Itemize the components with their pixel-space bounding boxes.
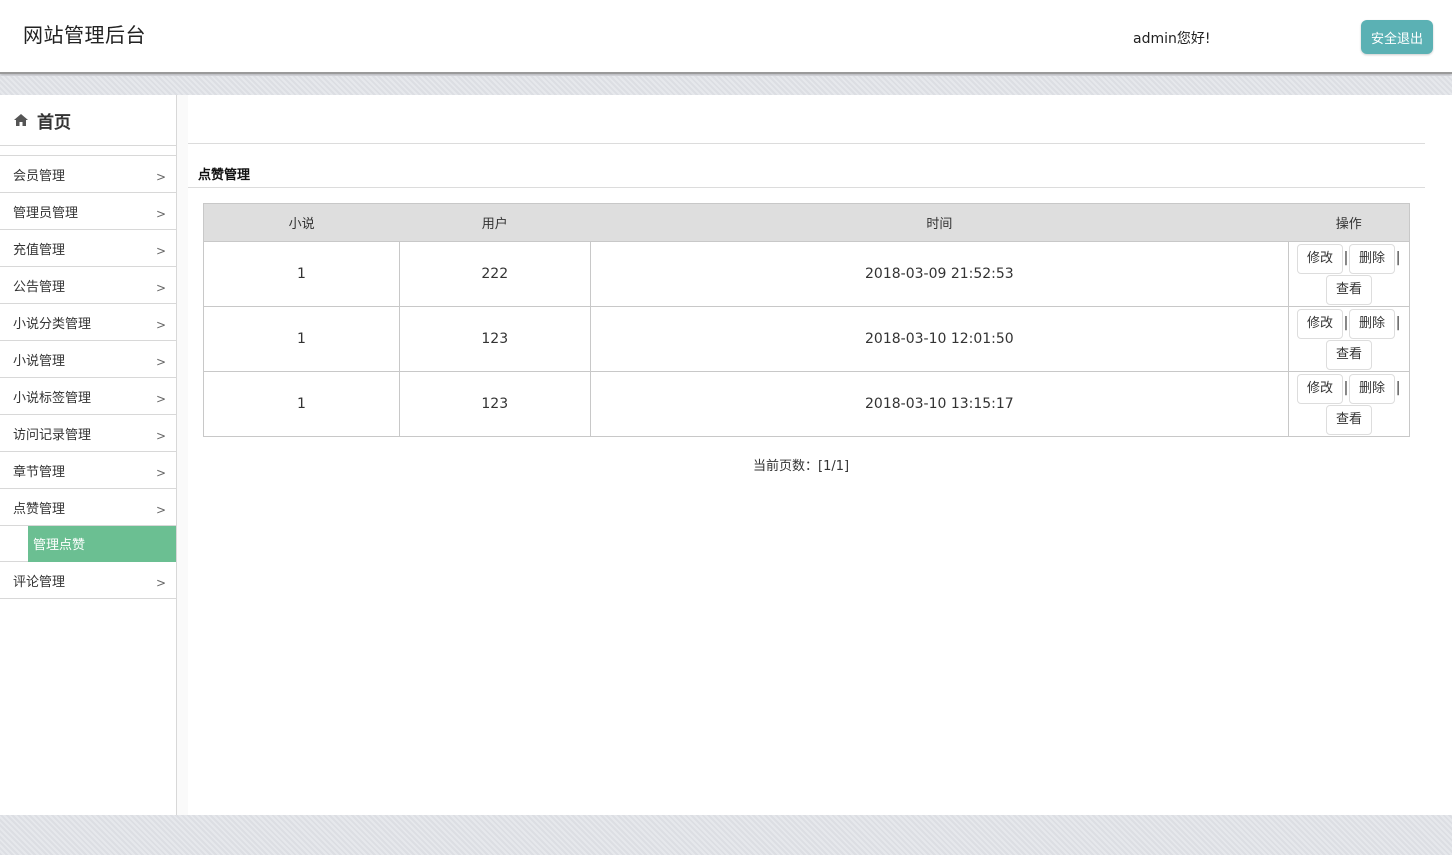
- chevron-right-icon: >: [155, 170, 166, 184]
- table-row: 1 123 2018-03-10 12:01:50 修改 | 删除 | 查看: [203, 306, 1410, 372]
- sidebar-item-label: 公告管理: [13, 279, 66, 295]
- sidebar-item-label: 会员管理: [13, 168, 66, 184]
- chevron-right-icon: >: [155, 355, 166, 369]
- cell-time: 2018-03-10 13:15:17: [589, 371, 1290, 437]
- site-title: 网站管理后台: [23, 23, 146, 47]
- table-row: 1 123 2018-03-10 13:15:17 修改 | 删除 | 查看: [203, 371, 1410, 437]
- sidebar-item-label: 点赞管理: [13, 501, 66, 517]
- edit-button[interactable]: 修改: [1297, 243, 1344, 274]
- sidebar-item-novels[interactable]: 小说管理 >: [0, 341, 176, 378]
- sidebar-subitem-manage-likes[interactable]: 管理点赞: [28, 525, 176, 562]
- main-content: 点赞管理 小说 用户 时间 操作 1 222 2018-03-09 21:52:…: [177, 95, 1452, 815]
- cell-novel: 1: [203, 241, 400, 307]
- table-header-row: 小说 用户 时间 操作: [203, 203, 1410, 242]
- cell-actions: 修改 | 删除 | 查看: [1288, 306, 1410, 372]
- column-header-actions: 操作: [1288, 203, 1410, 242]
- cell-user: 123: [398, 371, 591, 437]
- cell-novel: 1: [203, 371, 400, 437]
- sidebar-item-label: 访问记录管理: [13, 427, 92, 443]
- chevron-right-icon: >: [155, 429, 166, 443]
- menu-spacer: [0, 146, 176, 156]
- view-button[interactable]: 查看: [1326, 339, 1373, 370]
- separator: |: [1395, 249, 1401, 266]
- sidebar-item-novel-categories[interactable]: 小说分类管理 >: [0, 304, 176, 341]
- logout-button[interactable]: 安全退出: [1361, 20, 1433, 54]
- sidebar-item-label: 章节管理: [13, 464, 66, 480]
- divider: [188, 143, 1425, 144]
- column-header-novel: 小说: [203, 203, 400, 242]
- chevron-right-icon: >: [155, 244, 166, 258]
- sidebar-item-likes[interactable]: 点赞管理 >: [0, 489, 176, 526]
- cell-actions: 修改 | 删除 | 查看: [1288, 241, 1410, 307]
- likes-table: 小说 用户 时间 操作 1 222 2018-03-09 21:52:53 修改…: [203, 203, 1410, 437]
- home-icon: [13, 113, 29, 127]
- page-title: 点赞管理: [198, 168, 251, 183]
- chevron-right-icon: >: [155, 503, 166, 517]
- cell-time: 2018-03-09 21:52:53: [589, 241, 1290, 307]
- edit-button[interactable]: 修改: [1297, 373, 1344, 404]
- sidebar-item-comments[interactable]: 评论管理 >: [0, 562, 176, 599]
- column-header-time: 时间: [590, 203, 1289, 242]
- cell-user: 222: [398, 241, 591, 307]
- footer-strip: [0, 815, 1452, 855]
- delete-button[interactable]: 删除: [1349, 373, 1396, 404]
- delete-button[interactable]: 删除: [1349, 243, 1396, 274]
- sidebar-item-label: 管理员管理: [13, 205, 79, 221]
- content-panel: 点赞管理 小说 用户 时间 操作 1 222 2018-03-09 21:52:…: [188, 95, 1452, 815]
- cell-novel: 1: [203, 306, 400, 372]
- chevron-right-icon: >: [155, 466, 166, 480]
- separator: |: [1395, 379, 1401, 396]
- delete-button[interactable]: 删除: [1349, 308, 1396, 339]
- view-button[interactable]: 查看: [1326, 274, 1373, 305]
- sidebar-item-members[interactable]: 会员管理 >: [0, 156, 176, 193]
- pagination-status: 当前页数：[1/1]: [753, 459, 850, 474]
- sidebar-item-announcements[interactable]: 公告管理 >: [0, 267, 176, 304]
- user-greeting: admin您好!: [1133, 31, 1211, 47]
- chevron-right-icon: >: [155, 576, 166, 590]
- table-row: 1 222 2018-03-09 21:52:53 修改 | 删除 | 查看: [203, 241, 1410, 307]
- sidebar-item-recharge[interactable]: 充值管理 >: [0, 230, 176, 267]
- view-button[interactable]: 查看: [1326, 404, 1373, 435]
- home-label: 首页: [37, 112, 71, 133]
- divider: [188, 187, 1425, 188]
- chevron-right-icon: >: [155, 281, 166, 295]
- cell-actions: 修改 | 删除 | 查看: [1288, 371, 1410, 437]
- top-header: 网站管理后台 admin您好! 安全退出: [0, 0, 1452, 74]
- header-divider-strip: [0, 76, 1452, 95]
- sidebar-item-label: 小说标签管理: [13, 390, 92, 406]
- sidebar-item-visit-records[interactable]: 访问记录管理 >: [0, 415, 176, 452]
- sidebar-home[interactable]: 首页: [0, 95, 176, 146]
- chevron-right-icon: >: [155, 207, 166, 221]
- cell-user: 123: [398, 306, 591, 372]
- separator: |: [1395, 314, 1401, 331]
- sidebar-subitem-container: 管理点赞: [0, 525, 176, 562]
- sidebar-item-label: 充值管理: [13, 242, 66, 258]
- edit-button[interactable]: 修改: [1297, 308, 1344, 339]
- chevron-right-icon: >: [155, 392, 166, 406]
- column-header-user: 用户: [399, 203, 591, 242]
- sidebar-item-label: 小说分类管理: [13, 316, 92, 332]
- sidebar-item-label: 小说管理: [13, 353, 66, 369]
- sidebar-item-novel-tags[interactable]: 小说标签管理 >: [0, 378, 176, 415]
- chevron-right-icon: >: [155, 318, 166, 332]
- sidebar: 首页 会员管理 > 管理员管理 > 充值管理 > 公告管理 > 小说分类管理 >…: [0, 95, 177, 815]
- sidebar-item-chapters[interactable]: 章节管理 >: [0, 452, 176, 489]
- cell-time: 2018-03-10 12:01:50: [589, 306, 1290, 372]
- sidebar-item-label: 评论管理: [13, 574, 66, 590]
- sidebar-item-admins[interactable]: 管理员管理 >: [0, 193, 176, 230]
